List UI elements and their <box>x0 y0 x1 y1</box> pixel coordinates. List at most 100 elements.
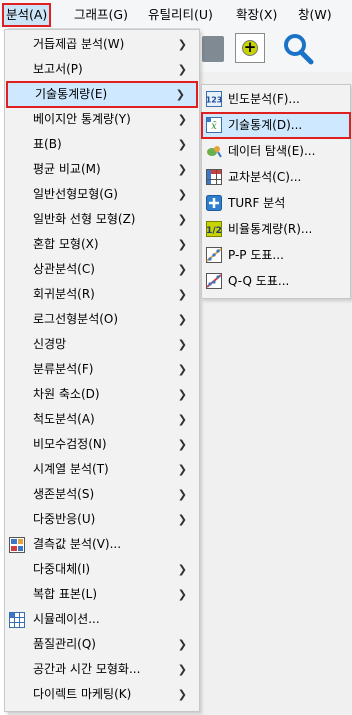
menu-extensions[interactable]: 확장(X) <box>236 5 277 25</box>
menu-item-nonparametric-tests[interactable]: 비모수검정(N) ❯ <box>5 432 199 457</box>
chevron-right-icon: ❯ <box>177 113 187 126</box>
submenu-item-ratio-statistics[interactable]: 1/2 비율통계량(R)... <box>202 217 350 242</box>
chevron-right-icon: ❯ <box>177 388 187 401</box>
menu-item-regression[interactable]: 회귀분석(R) ❯ <box>5 282 199 307</box>
chevron-right-icon: ❯ <box>177 188 187 201</box>
submenu-item-explore[interactable]: 데이터 탐색(E)... <box>202 139 350 164</box>
chevron-right-icon: ❯ <box>177 638 187 651</box>
menu-item-label: 다중대체(I) <box>33 562 91 576</box>
descriptive-statistics-submenu: 123 빈도분석(F)... x̄ 기술통계(D)... 데이터 탐색(E)..… <box>201 84 351 299</box>
menu-item-scale[interactable]: 척도분석(A) ❯ <box>5 407 199 432</box>
menu-item-dimension-reduction[interactable]: 차원 축소(D) ❯ <box>5 382 199 407</box>
submenu-item-crosstabs[interactable]: 교차분석(C)... <box>202 165 350 190</box>
toolbar-button-icon[interactable] <box>202 36 224 62</box>
menu-item-label: 시계열 분석(T) <box>33 462 109 476</box>
pp-plot-icon <box>206 247 222 263</box>
menu-item-label: 회귀분석(R) <box>33 287 95 301</box>
menu-window[interactable]: 창(W) <box>298 5 332 25</box>
menu-item-label: 복합 표본(L) <box>33 587 98 601</box>
analyze-menu: 거듭제곱 분석(W) ❯ 보고서(P) ❯ 기술통계량(E) ❯ 베이지안 통계량(Y… <box>4 29 200 712</box>
menu-item-time-series[interactable]: 시계열 분석(T) ❯ <box>5 457 199 482</box>
chevron-right-icon: ❯ <box>177 213 187 226</box>
menu-item-label: 시뮬레이션... <box>33 612 100 626</box>
menu-item-quality-control[interactable]: 품질관리(Q) ❯ <box>5 632 199 657</box>
menu-item-label: 신경망 <box>33 337 67 351</box>
submenu-item-descriptives[interactable]: x̄ 기술통계(D)... <box>201 112 351 139</box>
menu-item-correlate[interactable]: 상관분석(C) ❯ <box>5 257 199 282</box>
submenu-item-label: 빈도분석(F)... <box>228 92 300 106</box>
missing-values-icon <box>9 537 25 553</box>
menu-utilities[interactable]: 유틸리티(U) <box>148 5 213 25</box>
chevron-right-icon: ❯ <box>177 238 187 251</box>
menu-item-power-analysis[interactable]: 거듭제곱 분석(W) ❯ <box>5 32 199 57</box>
menu-item-survival[interactable]: 생존분석(S) ❯ <box>5 482 199 507</box>
menu-analyze[interactable]: 분석(A) <box>1 3 52 27</box>
menu-item-reports[interactable]: 보고서(P) ❯ <box>5 57 199 82</box>
chevron-right-icon: ❯ <box>177 263 187 276</box>
menu-item-label: 상관분석(C) <box>33 262 95 276</box>
menu-item-bayesian[interactable]: 베이지안 통계량(Y) ❯ <box>5 107 199 132</box>
menu-item-label: 차원 축소(D) <box>33 387 100 401</box>
chevron-right-icon: ❯ <box>177 663 187 676</box>
menu-item-label: 공간과 시간 모형화... <box>33 662 141 676</box>
menu-item-direct-marketing[interactable]: 다이렉트 마케팅(K) ❯ <box>5 682 199 707</box>
submenu-item-turf[interactable]: TURF 분석 <box>202 191 350 216</box>
submenu-item-label: 비율통계량(R)... <box>228 222 313 236</box>
menu-item-label: 보고서(P) <box>33 62 83 76</box>
crosstabs-icon <box>206 169 222 185</box>
turf-icon <box>206 195 222 211</box>
descriptives-icon: x̄ <box>206 117 222 133</box>
chevron-right-icon: ❯ <box>177 63 187 76</box>
menu-bar: 분석(A) 그래프(G) 유틸리티(U) 확장(X) 창(W) <box>0 0 352 29</box>
menu-item-label: 로그선형분석(O) <box>33 312 119 326</box>
menu-item-tables[interactable]: 표(B) ❯ <box>5 132 199 157</box>
chevron-right-icon: ❯ <box>177 338 187 351</box>
menu-item-label: 품질관리(Q) <box>33 637 96 651</box>
submenu-item-label: 기술통계(D)... <box>228 118 303 132</box>
menu-item-label: 평균 비교(M) <box>33 162 101 176</box>
menu-item-missing-value-analysis[interactable]: 결측값 분석(V)... <box>5 532 199 557</box>
chevron-right-icon: ❯ <box>177 563 187 576</box>
search-icon[interactable] <box>281 32 315 66</box>
menu-item-generalized-linear-models[interactable]: 일반화 선형 모형(Z) ❯ <box>5 207 199 232</box>
submenu-item-label: TURF 분석 <box>228 196 286 210</box>
explore-icon <box>207 146 222 158</box>
svg-text:x̄: x̄ <box>211 121 217 132</box>
menu-item-label: 결측값 분석(V)... <box>33 537 122 551</box>
chevron-right-icon: ❯ <box>177 163 187 176</box>
menu-item-label: 다중반응(U) <box>33 512 96 526</box>
add-variable-icon[interactable]: + <box>235 33 265 63</box>
menu-item-classify[interactable]: 분류분석(F) ❯ <box>5 357 199 382</box>
menu-item-neural-networks[interactable]: 신경망 ❯ <box>5 332 199 357</box>
menu-item-loglinear[interactable]: 로그선형분석(O) ❯ <box>5 307 199 332</box>
svg-text:123: 123 <box>206 96 222 105</box>
menu-graphs[interactable]: 그래프(G) <box>74 5 128 25</box>
menu-item-label: 기술통계량(E) <box>35 87 108 101</box>
ratio-icon: 1/2 <box>206 221 222 237</box>
menu-item-label: 베이지안 통계량(Y) <box>33 112 131 126</box>
menu-item-label: 일반선형모형(G) <box>33 187 118 201</box>
chevron-right-icon: ❯ <box>177 288 187 301</box>
menu-item-multiple-response[interactable]: 다중반응(U) ❯ <box>5 507 199 532</box>
menu-item-label: 분류분석(F) <box>33 362 94 376</box>
menu-item-simulation[interactable]: 시뮬레이션... <box>5 607 199 632</box>
chevron-right-icon: ❯ <box>177 688 187 701</box>
menu-item-descriptive-statistics[interactable]: 기술통계량(E) ❯ <box>6 81 198 108</box>
menu-item-complex-samples[interactable]: 복합 표본(L) ❯ <box>5 582 199 607</box>
menu-item-label: 비모수검정(N) <box>33 437 107 451</box>
menu-item-mixed-models[interactable]: 혼합 모형(X) ❯ <box>5 232 199 257</box>
menu-item-label: 척도분석(A) <box>33 412 95 426</box>
chevron-right-icon: ❯ <box>177 313 187 326</box>
svg-text:1/2: 1/2 <box>206 226 222 236</box>
chevron-right-icon: ❯ <box>177 588 187 601</box>
menu-item-compare-means[interactable]: 평균 비교(M) ❯ <box>5 157 199 182</box>
simulation-icon <box>9 612 25 628</box>
submenu-item-qq-plots[interactable]: Q-Q 도표... <box>202 269 350 294</box>
chevron-right-icon: ❯ <box>177 488 187 501</box>
submenu-item-pp-plots[interactable]: P-P 도표... <box>202 243 350 268</box>
menu-item-spatial-temporal-modeling[interactable]: 공간과 시간 모형화... ❯ <box>5 657 199 682</box>
chevron-right-icon: ❯ <box>177 363 187 376</box>
menu-item-general-linear-model[interactable]: 일반선형모형(G) ❯ <box>5 182 199 207</box>
menu-item-multiple-imputation[interactable]: 다중대체(I) ❯ <box>5 557 199 582</box>
submenu-item-frequencies[interactable]: 123 빈도분석(F)... <box>202 87 350 112</box>
